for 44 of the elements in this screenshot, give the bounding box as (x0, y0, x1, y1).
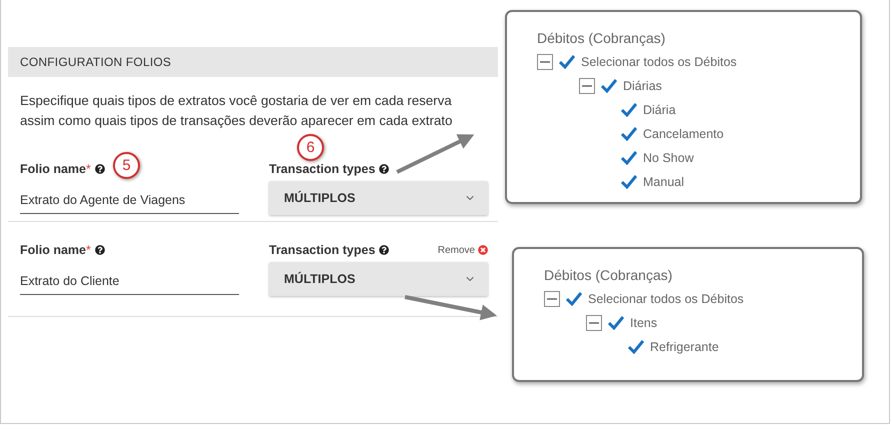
tree-item-label[interactable]: Selecionar todos os Débitos (581, 55, 737, 69)
collapse-icon[interactable] (586, 315, 602, 331)
help-icon[interactable] (379, 245, 390, 255)
check-icon[interactable] (628, 340, 644, 354)
check-icon[interactable] (608, 316, 624, 330)
required-mark: * (86, 162, 91, 176)
tree-item-label[interactable]: Diárias (623, 79, 662, 93)
tree-item-label[interactable]: Selecionar todos os Débitos (588, 292, 744, 306)
transaction-types-select[interactable]: MÚLTIPLOS (269, 181, 488, 215)
check-icon[interactable] (621, 151, 637, 165)
tree-item-label[interactable]: Cancelamento (643, 127, 724, 141)
check-icon[interactable] (621, 103, 637, 117)
field-label: Folio name (20, 162, 86, 176)
tree-item-label[interactable]: Manual (643, 175, 684, 189)
check-icon[interactable] (621, 127, 637, 141)
remove-icon[interactable] (478, 245, 488, 255)
check-icon[interactable] (601, 79, 617, 93)
collapse-icon[interactable] (544, 291, 560, 307)
step-marker: 5 (113, 152, 140, 179)
check-icon[interactable] (559, 55, 575, 69)
check-icon[interactable] (566, 292, 582, 306)
callout-title: Débitos (Cobranças) (537, 30, 666, 48)
tree-item-label[interactable]: Diária (643, 103, 676, 117)
field-label: Folio name (20, 243, 86, 257)
field-label: Transaction types (269, 162, 376, 176)
tree-item-label[interactable]: Itens (630, 316, 658, 330)
help-icon[interactable] (94, 164, 105, 174)
description-text: Especifique quais tipos de extratos você gostaria de ver em cada reserva assim como quais tipos de transações deverão aparecer em cada extrato (20, 92, 454, 130)
transaction-types-select[interactable]: MÚLTIPLOS (269, 262, 488, 296)
help-icon[interactable] (94, 245, 105, 255)
tree-item-label[interactable]: No Show (643, 151, 694, 165)
check-icon[interactable] (621, 175, 637, 189)
folio-name-field[interactable]: Extrato do Cliente (20, 268, 239, 295)
folio-name-field[interactable]: Extrato do Agente de Viagens (20, 187, 239, 214)
section-header: CONFIGURATION FOLIOS (8, 47, 498, 77)
help-icon[interactable] (379, 164, 390, 174)
callout-title: Débitos (Cobranças) (544, 267, 674, 285)
remove-link[interactable]: Remove (438, 244, 488, 256)
field-label: Transaction types (269, 243, 376, 257)
tree-item-label[interactable]: Refrigerante (650, 340, 719, 354)
required-mark: * (86, 243, 91, 257)
step-marker: 6 (297, 134, 324, 161)
collapse-icon[interactable] (579, 78, 595, 94)
collapse-icon[interactable] (537, 54, 553, 70)
